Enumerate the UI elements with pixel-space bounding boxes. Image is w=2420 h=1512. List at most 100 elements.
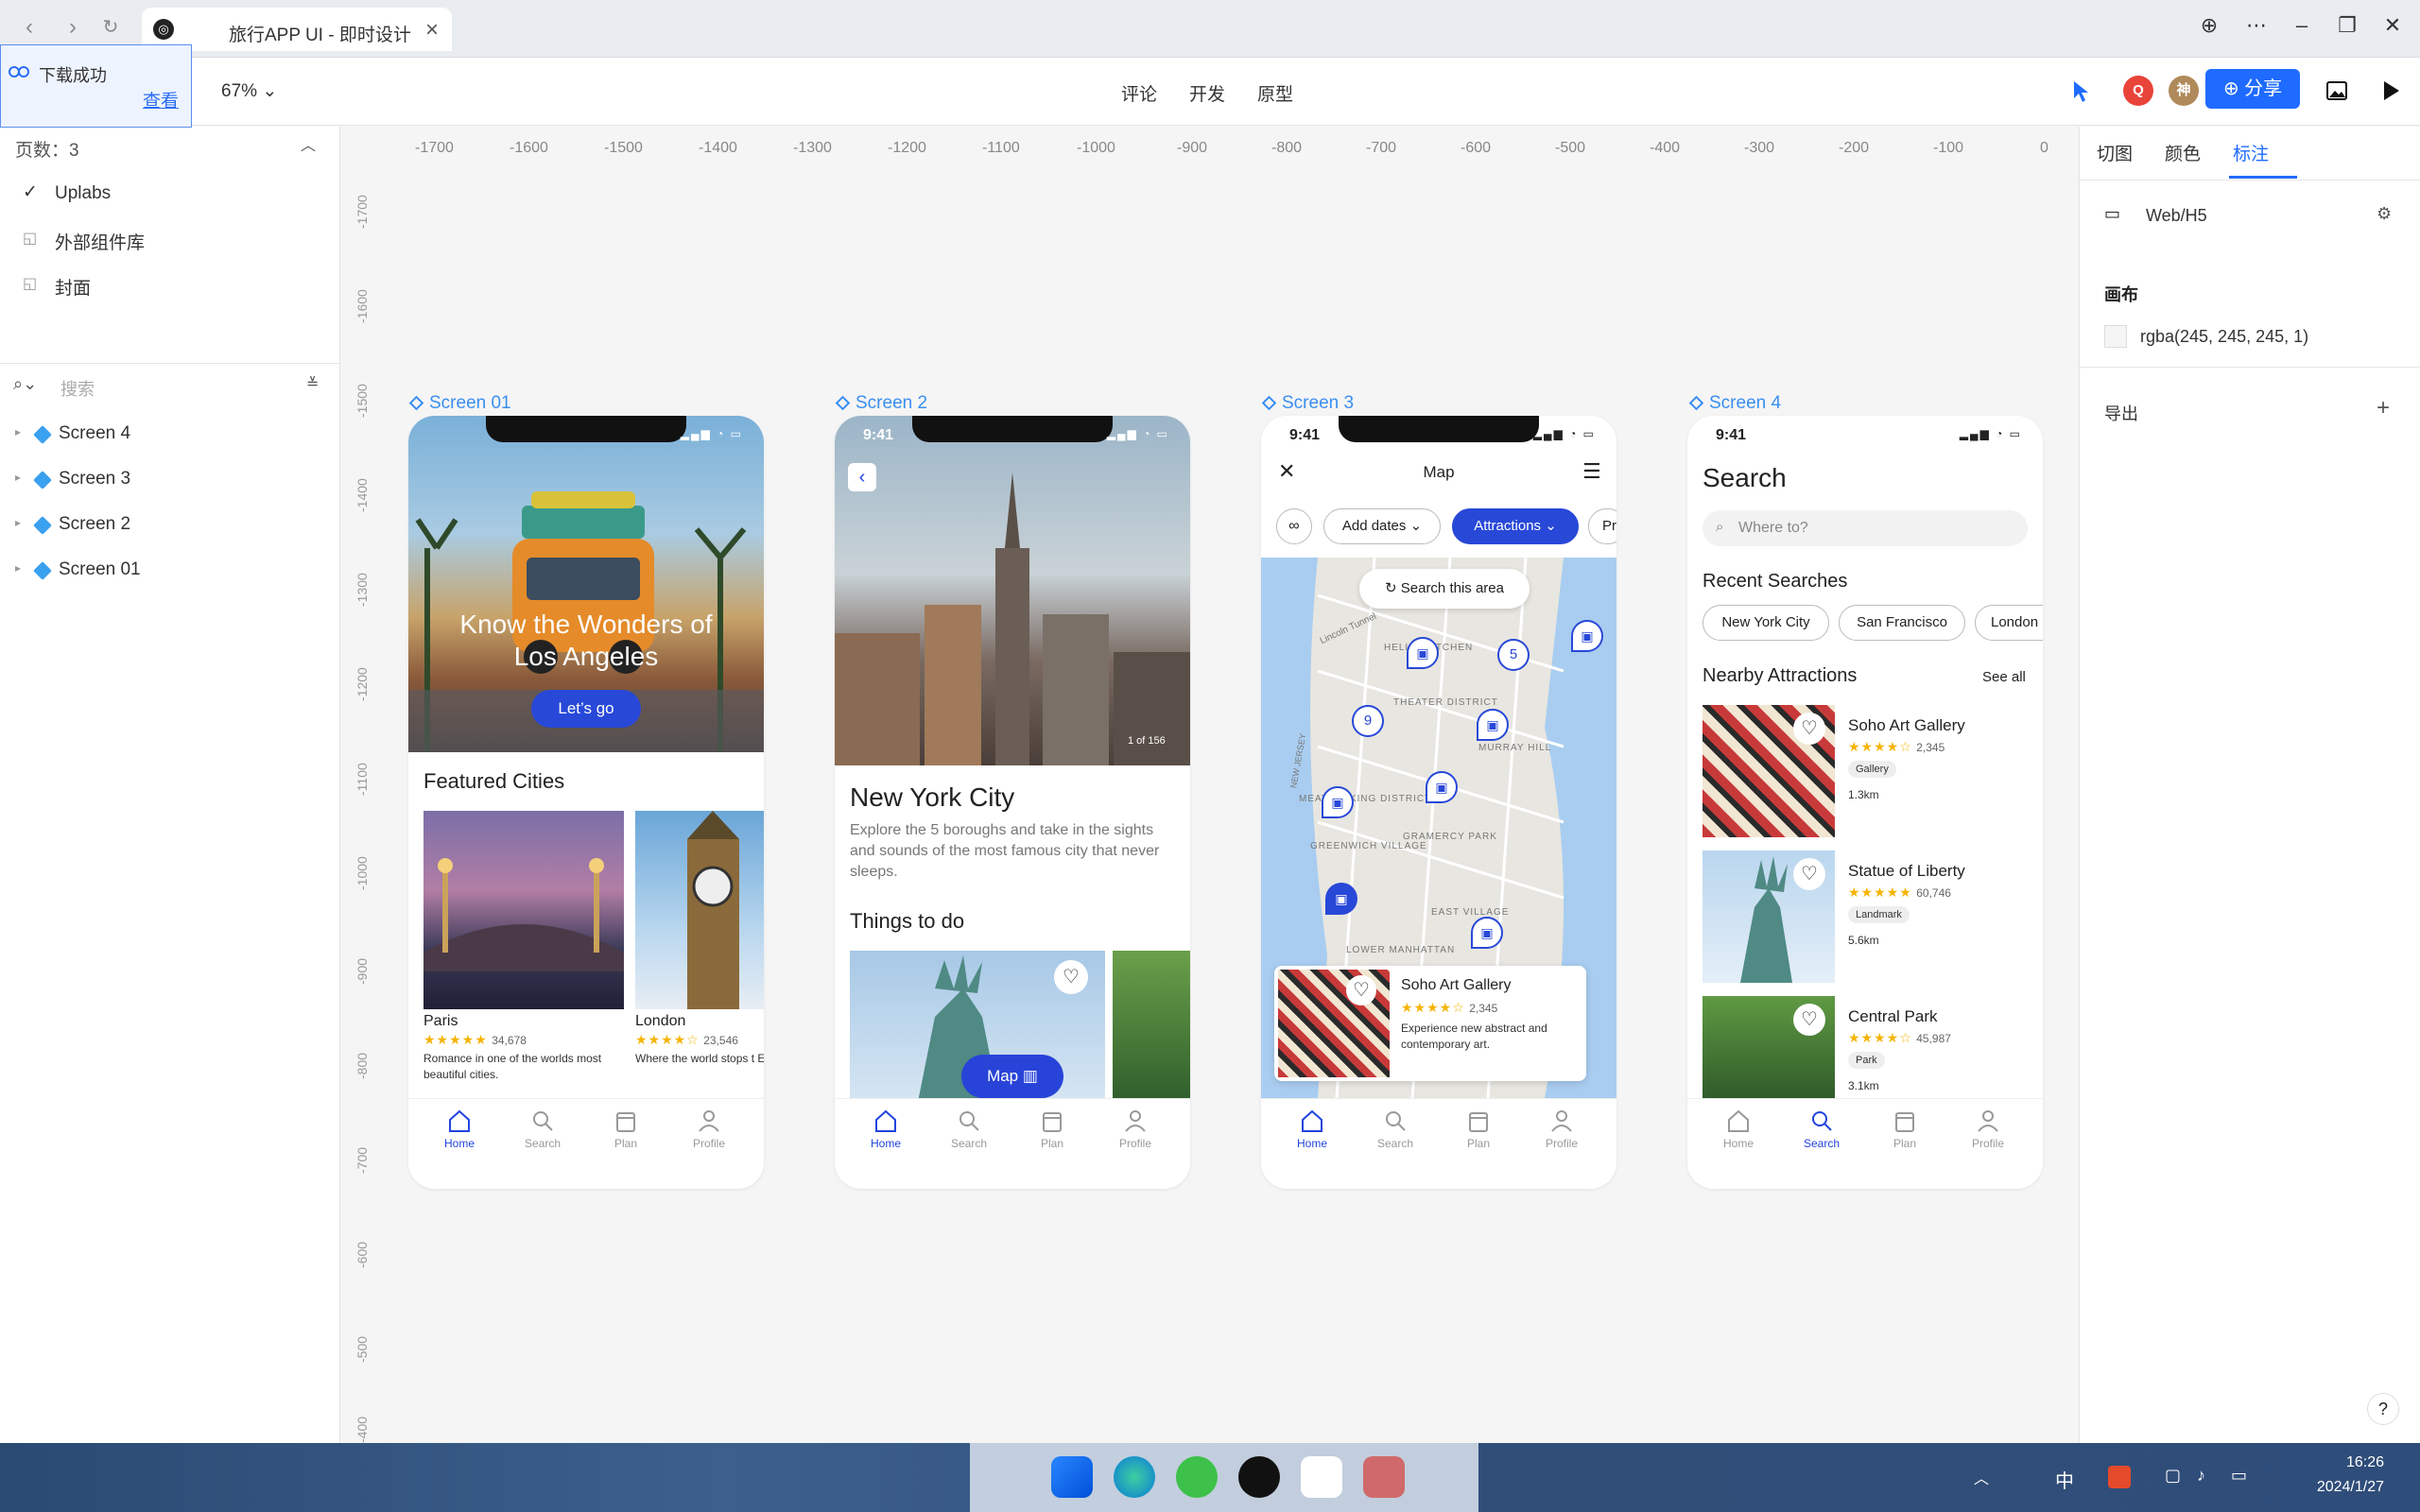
network-icon[interactable]: ▢ xyxy=(2165,1466,2181,1486)
london-image[interactable] xyxy=(635,811,764,1009)
map-pin-icon[interactable]: ▣ xyxy=(1477,709,1509,741)
nav-plan[interactable]: Plan xyxy=(1867,1108,1943,1150)
globe-icon[interactable]: ⊕ xyxy=(2193,13,2225,38)
share-button[interactable]: ⊕ 分享 xyxy=(2205,69,2300,109)
taskbar-clock-date[interactable]: 2024/1/27 xyxy=(2274,1479,2384,1496)
windows-start-icon[interactable] xyxy=(1051,1456,1093,1498)
price-filter[interactable]: Pr xyxy=(1588,508,1616,544)
avatar[interactable]: 神 xyxy=(2169,76,2199,106)
tab-prototype[interactable]: 原型 xyxy=(1257,80,1293,106)
screen-label-3[interactable]: Screen 3 xyxy=(1261,393,1354,414)
chat-app-icon[interactable] xyxy=(1363,1456,1405,1498)
nav-home[interactable]: Home xyxy=(422,1108,497,1150)
layer-screen-01[interactable]: ▸ Screen 01 xyxy=(0,550,340,593)
volume-icon[interactable]: ♪ xyxy=(2197,1466,2205,1486)
search-this-area-button[interactable]: ↻ Search this area xyxy=(1359,569,1530,609)
page-item-components[interactable]: 外部组件库 xyxy=(55,229,145,254)
nav-plan[interactable]: Plan xyxy=(1441,1108,1516,1150)
device-select[interactable]: Web/H5 xyxy=(2146,206,2207,226)
battery-icon[interactable]: ▭ xyxy=(2231,1466,2247,1486)
screen-3-frame[interactable]: 9:41 ▂▄▆ ◔ ▭ ✕ Map ☰ ∞ Add dates ⌄ Attrac… xyxy=(1261,416,1616,1189)
nav-home[interactable]: Home xyxy=(1274,1108,1350,1150)
help-button[interactable]: ? xyxy=(2367,1393,2399,1425)
nav-home[interactable]: Home xyxy=(848,1108,924,1150)
nav-profile[interactable]: Profile xyxy=(1098,1108,1173,1150)
nav-plan[interactable]: Plan xyxy=(1014,1108,1090,1150)
favorite-heart-icon[interactable]: ♡ xyxy=(1793,713,1825,745)
pointer-tool-icon[interactable] xyxy=(2070,79,2093,104)
layer-screen-2[interactable]: ▸ Screen 2 xyxy=(0,505,340,548)
expand-arrow-icon[interactable]: ▸ xyxy=(15,471,21,484)
layer-screen-3[interactable]: ▸ Screen 3 xyxy=(0,459,340,503)
nav-search[interactable]: Search xyxy=(505,1108,580,1150)
tray-up-icon[interactable]: ︿ xyxy=(1974,1466,1989,1488)
image-icon[interactable] xyxy=(2325,79,2348,102)
screen-01-frame[interactable]: ▂▄▆ ◔ ▭ Know the Wonders of Los Angeles … xyxy=(408,416,764,1189)
recent-search-chip[interactable]: New York City xyxy=(1703,605,1829,641)
edge-browser-icon[interactable] xyxy=(1114,1456,1155,1498)
play-icon[interactable] xyxy=(2380,79,2401,102)
attraction-card[interactable]: ♡ Soho Art Gallery ★★★★☆ 2,345 Experienc… xyxy=(1274,966,1586,1081)
settings-sliders-icon[interactable]: ⚙ xyxy=(2377,204,2392,224)
map-pin-icon[interactable]: ▣ xyxy=(1471,917,1503,949)
expand-arrow-icon[interactable]: ▸ xyxy=(15,516,21,529)
qq-icon[interactable] xyxy=(1238,1456,1280,1498)
recent-search-chip[interactable]: London xyxy=(1975,605,2043,641)
statue-of-liberty-image[interactable]: ♡ xyxy=(1703,850,1835,983)
tab-comment[interactable]: 评论 xyxy=(1121,80,1157,106)
tab-annotations[interactable]: 标注 xyxy=(2233,140,2269,165)
forward-icon[interactable]: › xyxy=(59,13,87,42)
link-icon[interactable]: ∞ xyxy=(1276,508,1312,544)
more-icon[interactable]: ⋯ xyxy=(2240,13,2273,38)
tab-slices[interactable]: 切图 xyxy=(2097,140,2133,165)
layer-search-input[interactable]: 搜索 xyxy=(60,376,95,401)
reload-icon[interactable]: ↻ xyxy=(96,13,125,42)
back-button[interactable]: ‹ xyxy=(848,463,876,491)
avatar[interactable]: Q xyxy=(2123,76,2153,106)
add-dates-filter[interactable]: Add dates ⌄ xyxy=(1323,508,1441,544)
nav-search[interactable]: Search xyxy=(1357,1108,1433,1150)
page-item-cover[interactable]: 封面 xyxy=(55,274,91,300)
design-canvas[interactable]: -1700 -1600 -1500 -1400 -1300 -1200 -110… xyxy=(341,127,2079,1443)
layer-screen-4[interactable]: ▸ Screen 4 xyxy=(0,414,340,457)
map-view[interactable]: HELL'S KITCHEN THEATER DISTRICT MURRAY H… xyxy=(1261,558,1616,1098)
favorite-heart-icon[interactable]: ♡ xyxy=(1793,1004,1825,1036)
nav-home[interactable]: Home xyxy=(1701,1108,1776,1150)
attractions-filter[interactable]: Attractions ⌄ xyxy=(1452,508,1579,544)
cluster-marker[interactable]: 5 xyxy=(1497,639,1530,671)
canvas-color-value[interactable]: rgba(245, 245, 245, 1) xyxy=(2140,327,2308,347)
zoom-select[interactable]: 67% ⌄ xyxy=(221,80,277,102)
park-image[interactable] xyxy=(1113,951,1190,1111)
wechat-icon[interactable] xyxy=(1176,1456,1218,1498)
back-icon[interactable]: ‹ xyxy=(15,13,43,42)
taskbar-clock-time[interactable]: 16:26 xyxy=(2312,1454,2384,1471)
design-app-icon[interactable] xyxy=(1301,1456,1342,1498)
menu-icon[interactable]: ☰ xyxy=(1582,459,1601,484)
restore-icon[interactable]: ❐ xyxy=(2331,13,2363,38)
screen-label-2[interactable]: Screen 2 xyxy=(835,393,927,414)
favorite-heart-icon[interactable]: ♡ xyxy=(1346,975,1376,1005)
see-all-link[interactable]: See all xyxy=(1982,669,2026,685)
soho-gallery-image[interactable]: ♡ xyxy=(1703,705,1835,837)
tab-dev[interactable]: 开发 xyxy=(1189,80,1225,106)
map-button[interactable]: Map ▥ xyxy=(961,1055,1063,1098)
map-pin-icon[interactable]: ▣ xyxy=(1407,637,1439,669)
screen-label-4[interactable]: Screen 4 xyxy=(1688,393,1781,414)
favorite-heart-icon[interactable]: ♡ xyxy=(1793,858,1825,890)
nav-profile[interactable]: Profile xyxy=(1524,1108,1599,1150)
cluster-marker[interactable]: 9 xyxy=(1352,705,1384,737)
expand-arrow-icon[interactable]: ▸ xyxy=(15,425,21,438)
collapse-icon[interactable]: ︿ xyxy=(301,132,316,155)
selected-map-pin-icon[interactable]: ▣ xyxy=(1325,883,1357,915)
tab-colors[interactable]: 颜色 xyxy=(2165,140,2201,165)
nav-profile[interactable]: Profile xyxy=(1950,1108,2026,1150)
toast-view-link[interactable]: 查看 xyxy=(143,87,179,112)
screen-2-frame[interactable]: 9:41 ▂▄▆ ◔ ▭ ‹ 1 of 156 New York City Exp… xyxy=(835,416,1190,1189)
ime-indicator[interactable]: 中 xyxy=(2055,1466,2074,1493)
screen-4-frame[interactable]: 9:41 ▂▄▆ ◔ ▭ Search ⌕ Where to? Recent Se… xyxy=(1687,416,2043,1189)
where-to-input[interactable]: ⌕ Where to? xyxy=(1703,510,2028,546)
map-pin-icon[interactable]: ▣ xyxy=(1426,771,1458,803)
expand-arrow-icon[interactable]: ▸ xyxy=(15,561,21,575)
sogou-ime-icon[interactable] xyxy=(2108,1466,2131,1488)
add-export-icon[interactable]: + xyxy=(2377,395,2390,421)
